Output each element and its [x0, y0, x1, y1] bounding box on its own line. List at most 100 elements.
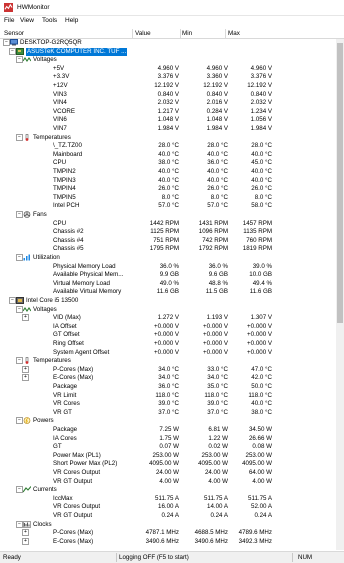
- collapse-toggle[interactable]: −: [16, 520, 23, 528]
- expand-toggle[interactable]: +: [22, 314, 29, 322]
- collapse-toggle[interactable]: −: [16, 357, 23, 365]
- sensor-row-vr-cores-output[interactable]: VR Cores Output 16.00 A 14.00 A 52.00 A: [0, 503, 344, 512]
- column-min[interactable]: Min: [182, 30, 192, 37]
- max-value: 34.50 W: [248, 426, 272, 433]
- sensor-row-tmpin2[interactable]: TMPIN2 40.0 °C 40.0 °C 40.0 °C: [0, 168, 344, 177]
- sensor-row-mainboard[interactable]: Mainboard 40.0 °C 40.0 °C 40.0 °C: [0, 151, 344, 160]
- sensor-row-chassis-2[interactable]: Chassis #2 1125 RPM 1096 RPM 1135 RPM: [0, 228, 344, 237]
- sensor-row-p-cores-max[interactable]: + P-Cores (Max) 34.0 °C 33.0 °C 47.0 °C: [0, 365, 344, 375]
- sensor-row-ring-offset[interactable]: Ring Offset +0.000 V +0.000 V +0.000 V: [0, 340, 344, 349]
- expand-toggle[interactable]: +: [22, 537, 29, 545]
- tree-node-clocks[interactable]: − Clocks: [0, 520, 344, 530]
- tree-node-temperatures[interactable]: − Temperatures: [0, 133, 344, 143]
- min-value: 9.6 GB: [208, 271, 228, 279]
- sensor-row-ia-offset[interactable]: IA Offset +0.000 V +0.000 V +0.000 V: [0, 323, 344, 332]
- sensor-row-power-max-pl1[interactable]: Power Max (PL1) 253.00 W 253.00 W 253.00 W: [0, 452, 344, 461]
- sensor-row-iccmax[interactable]: IccMax 511.75 A 511.75 A 511.75 A: [0, 495, 344, 504]
- sensor-row-virtual-memory-load[interactable]: Virtual Memory Load 49.0 % 48.8 % 49.4 %: [0, 280, 344, 289]
- sensor-row-system-agent-offset[interactable]: System Agent Offset +0.000 V +0.000 V +0.00…: [0, 349, 344, 358]
- sensor-row-gt-offset[interactable]: GT Offset +0.000 V +0.000 V +0.000 V: [0, 331, 344, 340]
- collapse-toggle[interactable]: −: [16, 133, 23, 141]
- menu-tools[interactable]: Tools: [42, 17, 57, 24]
- sensor-row-vr-cores-output[interactable]: VR Cores Output 24.00 W 24.00 W 64.00 W: [0, 469, 344, 478]
- current-value: 2.032 V: [157, 99, 179, 107]
- sensor-row-vr-gt[interactable]: VR GT 37.0 °C 37.0 °C 38.0 °C: [0, 409, 344, 418]
- sensor-row-intel-pch[interactable]: Intel PCH 57.0 °C 57.0 °C 58.0 °C: [0, 202, 344, 211]
- collapse-toggle[interactable]: −: [9, 47, 16, 55]
- sensor-row-tz-tz00[interactable]: \_TZ.TZ00 28.0 °C 28.0 °C 28.0 °C: [0, 142, 344, 151]
- max-value: 64.00 W: [248, 469, 272, 476]
- sensor-row-cpu[interactable]: CPU 1442 RPM 1431 RPM 1457 RPM: [0, 220, 344, 229]
- current-value: +0.000 V: [154, 322, 179, 330]
- expand-toggle[interactable]: +: [22, 374, 29, 382]
- sensor-row-ia-cores[interactable]: IA Cores 1.75 W 1.22 W 26.66 W: [0, 435, 344, 444]
- sensor-label: VR Cores Output: [53, 469, 101, 476]
- sensor-label: CPU: [53, 159, 67, 167]
- sensor-label: Intel PCH: [53, 202, 80, 210]
- sensor-row-tmpin3[interactable]: TMPIN3 40.0 °C 40.0 °C 40.0 °C: [0, 177, 344, 186]
- collapse-toggle[interactable]: −: [16, 254, 23, 261]
- expand-toggle[interactable]: +: [22, 365, 29, 373]
- current-value: 4787.1 MHz: [145, 529, 179, 537]
- tree-node-temperatures[interactable]: − Temperatures: [0, 357, 344, 366]
- menu-file[interactable]: File: [4, 17, 14, 24]
- menu-help[interactable]: Help: [65, 17, 78, 24]
- sensor-row-vin4[interactable]: VIN4 2.032 V 2.016 V 2.032 V: [0, 99, 344, 108]
- column-value[interactable]: Value: [135, 30, 151, 37]
- menu-view[interactable]: View: [20, 17, 34, 24]
- tree-node-fans[interactable]: − Fans: [0, 211, 344, 220]
- sensor-row-cpu[interactable]: CPU 38.0 °C 36.0 °C 45.0 °C: [0, 159, 344, 168]
- sensor-tree[interactable]: − DESKTOP-G2RQ5QR − ASUSTeK COMPUTER INC. T…: [0, 39, 344, 550]
- tree-node-powers[interactable]: − Powers: [0, 417, 344, 426]
- sensor-row-chassis-4[interactable]: Chassis #4 751 RPM 742 RPM 760 RPM: [0, 237, 344, 246]
- sensor-row-3-3v[interactable]: +3.3V 3.376 V 3.360 V 3.376 V: [0, 73, 344, 82]
- expand-toggle[interactable]: +: [22, 529, 29, 537]
- collapse-toggle[interactable]: −: [16, 417, 23, 425]
- collapse-toggle[interactable]: −: [16, 211, 23, 218]
- sensor-row-vin6[interactable]: VIN6 1.048 V 1.048 V 1.056 V: [0, 116, 344, 125]
- collapse-toggle[interactable]: −: [16, 56, 23, 64]
- tree-node-voltages[interactable]: − Voltages: [0, 305, 344, 315]
- sensor-row-e-cores-max[interactable]: + E-Cores (Max) 34.0 °C 34.0 °C 42.0 °C: [0, 374, 344, 383]
- sensor-row-available-virtual-memory[interactable]: Available Virtual Memory 11.6 GB 11.5 GB 11…: [0, 288, 344, 297]
- collapse-toggle[interactable]: −: [16, 486, 23, 494]
- tree-node-desktop-g2rq5qr[interactable]: − DESKTOP-G2RQ5QR: [0, 39, 344, 48]
- min-value: 0.02 W: [208, 443, 228, 451]
- sensor-row-chassis-5[interactable]: Chassis #5 1795 RPM 1792 RPM 1819 RPM: [0, 245, 344, 254]
- sensor-row-5v[interactable]: +5V 4.960 V 4.960 V 4.960 V: [0, 65, 344, 74]
- sensor-row-12v[interactable]: +12V 12.192 V 12.192 V 12.192 V: [0, 82, 344, 91]
- sensor-row-vcore[interactable]: VCORE 1.217 V 0.284 V 1.234 V: [0, 108, 344, 117]
- sensor-row-vr-limit[interactable]: VR Limit 118.0 °C 118.0 °C 118.0 °C: [0, 392, 344, 401]
- scrollbar-thumb[interactable]: [337, 43, 343, 323]
- collapse-toggle[interactable]: −: [16, 305, 23, 313]
- column-max[interactable]: Max: [228, 30, 240, 37]
- sensor-label: VIN3: [53, 90, 67, 98]
- sensor-row-available-physical-mem[interactable]: Available Physical Mem... 9.9 GB 9.6 GB 10.…: [0, 271, 344, 280]
- sensor-row-vin3[interactable]: VIN3 0.840 V 0.840 V 0.840 V: [0, 91, 344, 100]
- sensor-row-package[interactable]: Package 36.0 °C 35.0 °C 50.0 °C: [0, 383, 344, 392]
- sensor-row-e-cores-max[interactable]: + E-Cores (Max) 3490.6 MHz 3490.6 MHz 3492.3…: [0, 537, 344, 547]
- tree-node-intel-core-i5-13500[interactable]: − Intel Core i5 13500: [0, 297, 344, 306]
- min-value: 37.0 °C: [207, 408, 228, 416]
- sensor-row-tmpin5[interactable]: TMPIN5 8.0 °C 8.0 °C 8.0 °C: [0, 194, 344, 203]
- collapse-toggle[interactable]: −: [9, 297, 16, 304]
- sensor-row-vin7[interactable]: VIN7 1.984 V 1.984 V 1.984 V: [0, 125, 344, 134]
- sensor-row-vr-gt-output[interactable]: VR GT Output 4.00 W 4.00 W 4.00 W: [0, 478, 344, 487]
- tree-node-utilization[interactable]: − Utilization: [0, 254, 344, 263]
- sensor-row-short-power-max-pl2[interactable]: Short Power Max (PL2) 4095.00 W 4095.00 W 4…: [0, 460, 344, 469]
- sensor-row-p-cores-max[interactable]: + P-Cores (Max) 4787.1 MHz 4688.5 MHz 4789.6…: [0, 529, 344, 538]
- sensor-row-vr-cores[interactable]: VR Cores 39.0 °C 39.0 °C 40.0 °C: [0, 400, 344, 409]
- sensor-row-vid-max[interactable]: + VID (Max) 1.272 V 1.193 V 1.307 V: [0, 314, 344, 323]
- sensor-row-package[interactable]: Package 7.25 W 6.81 W 34.50 W: [0, 426, 344, 435]
- tree-node-asustek-computer-inc-tuf[interactable]: − ASUSTeK COMPUTER INC. TUF ...: [0, 47, 344, 57]
- sensor-row-vr-gt-output[interactable]: VR GT Output 0.24 A 0.24 A 0.24 A: [0, 512, 344, 521]
- column-sensor[interactable]: Sensor: [4, 30, 24, 37]
- tree-node-currents[interactable]: − Currents: [0, 486, 344, 495]
- tree-node-voltages[interactable]: − Voltages: [0, 56, 344, 65]
- sensor-label: TMPIN5: [53, 193, 76, 201]
- collapse-toggle[interactable]: −: [3, 39, 10, 46]
- sensor-row-gt[interactable]: GT 0.07 W 0.02 W 0.08 W: [0, 443, 344, 452]
- vertical-scrollbar[interactable]: [336, 39, 344, 550]
- sensor-row-tmpin4[interactable]: TMPIN4 26.0 °C 26.0 °C 26.0 °C: [0, 185, 344, 194]
- sensor-row-physical-memory-load[interactable]: Physical Memory Load 36.0 % 36.0 % 39.0 %: [0, 263, 344, 272]
